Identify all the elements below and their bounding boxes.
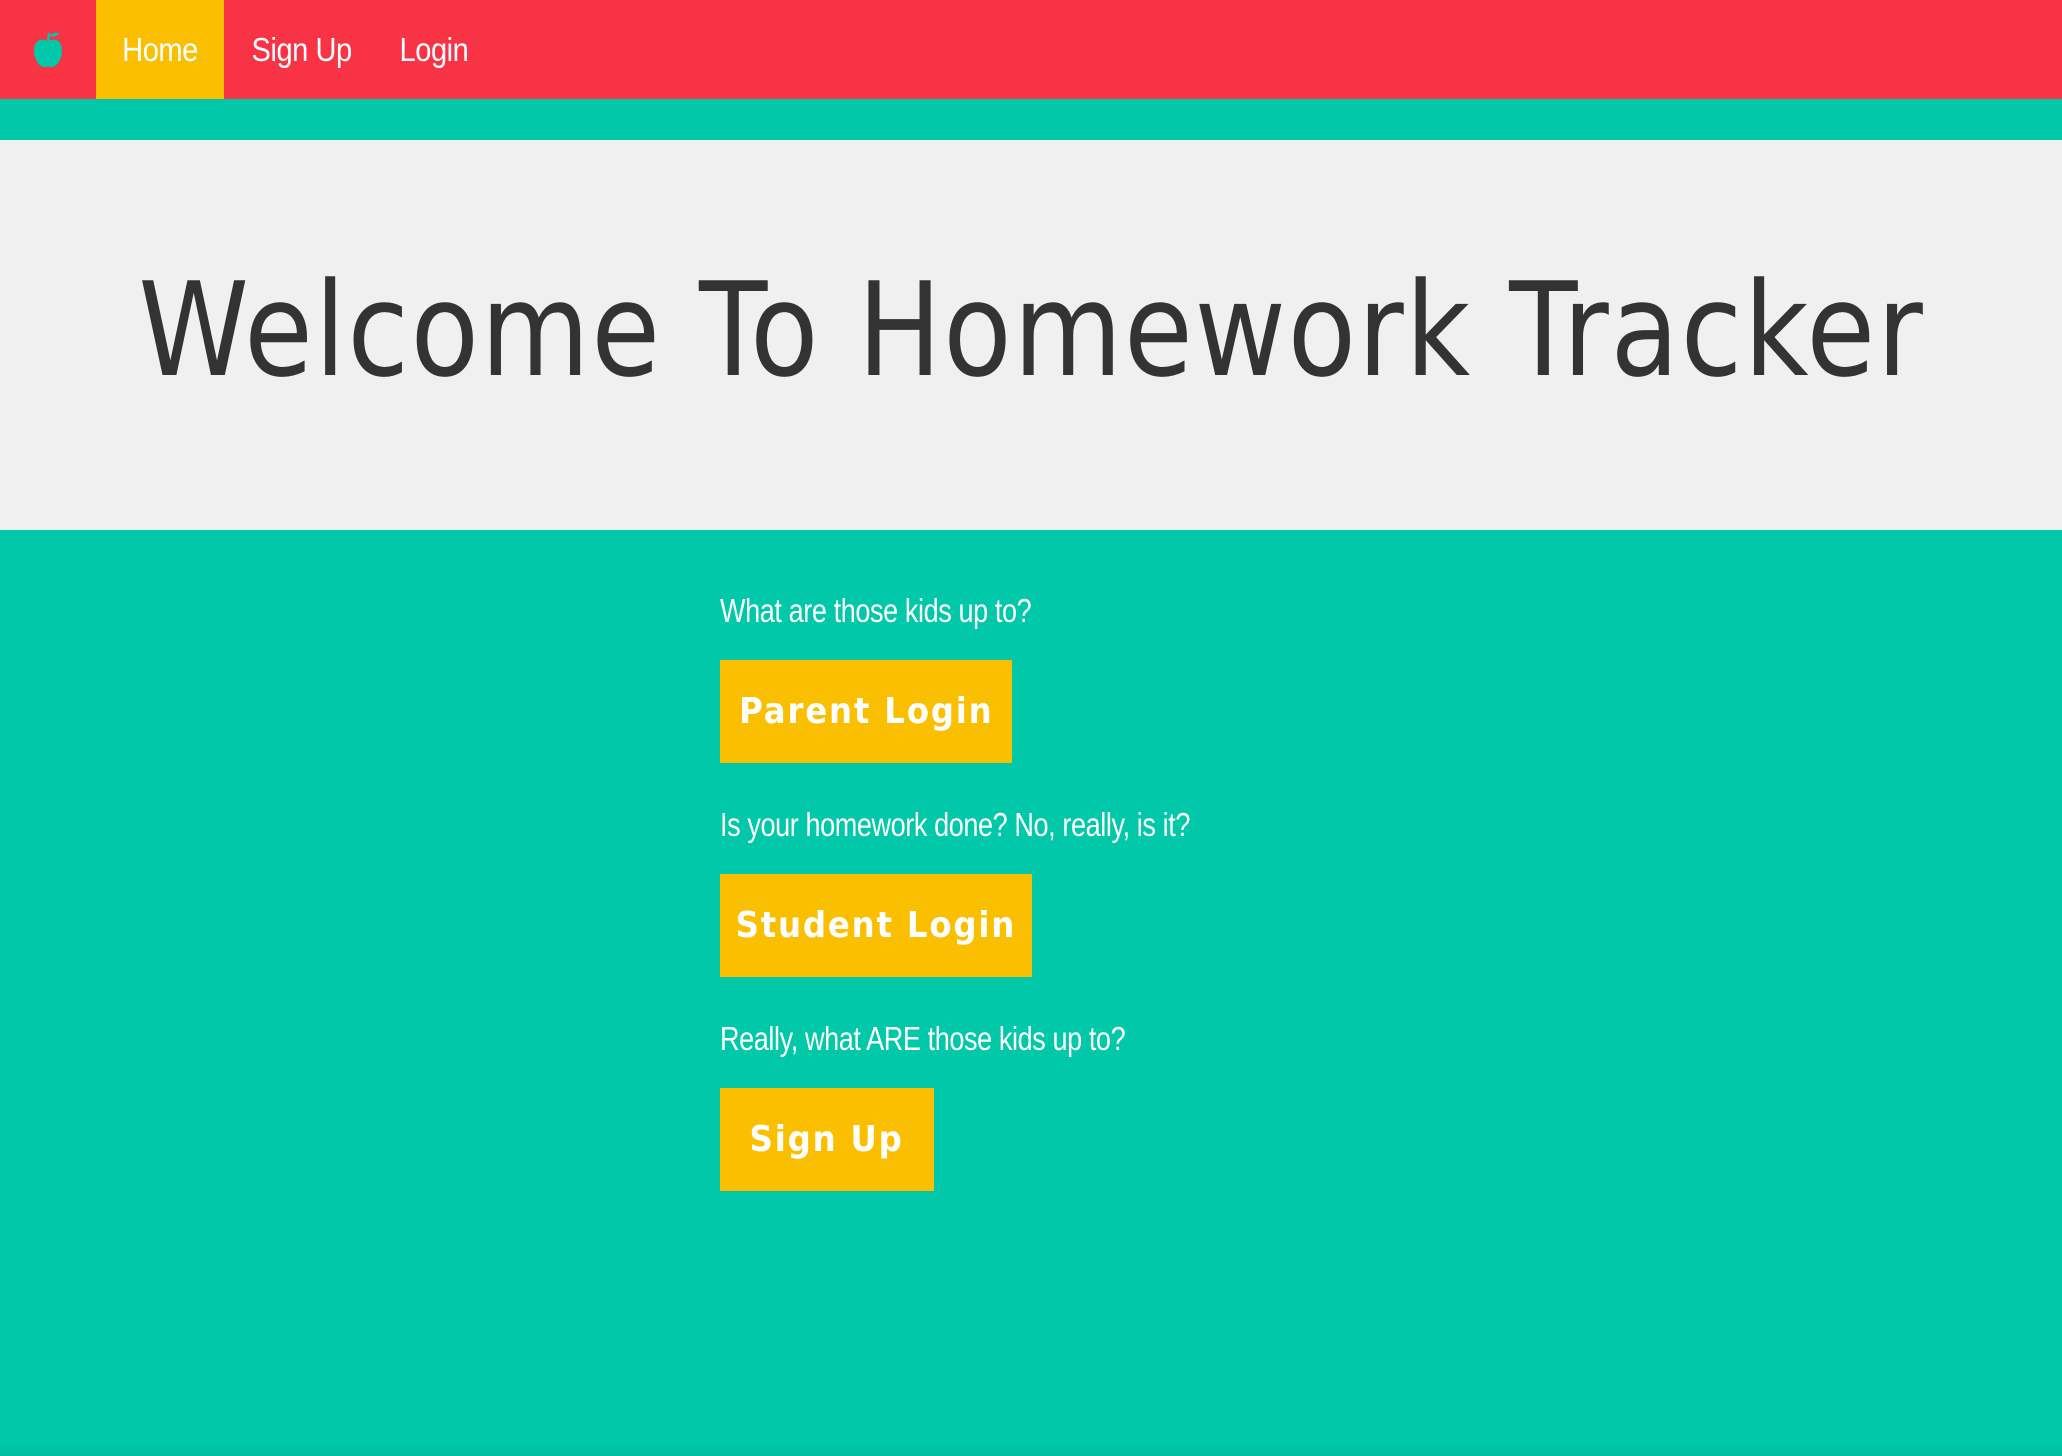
apple-icon: [34, 32, 62, 67]
signup-prompt: Really, what ARE those kids up to?: [720, 1020, 1126, 1057]
nav-home-label: Home: [122, 30, 198, 68]
page-title: Welcome To Homework Tracker: [137, 254, 1925, 406]
student-login-label: Student Login: [735, 905, 1017, 946]
brand-logo[interactable]: [0, 0, 96, 99]
student-prompt: Is your homework done? No, really, is it…: [720, 806, 1190, 843]
parent-login-label: Parent Login: [738, 691, 994, 732]
top-navbar: Home Sign Up Login: [0, 0, 2062, 99]
nav-login[interactable]: Login: [374, 0, 494, 99]
sign-up-button[interactable]: Sign Up: [720, 1088, 934, 1191]
navbar-spacer: [0, 99, 2062, 140]
parent-prompt: What are those kids up to?: [720, 592, 1032, 629]
nav-sign-up[interactable]: Sign Up: [226, 0, 377, 99]
nav-home[interactable]: Home: [96, 0, 224, 99]
student-login-button[interactable]: Student Login: [720, 874, 1032, 977]
hero-banner: Welcome To Homework Tracker: [0, 140, 2062, 530]
page-bottom-shadow: [0, 1444, 2062, 1456]
parent-login-button[interactable]: Parent Login: [720, 660, 1012, 763]
nav-login-label: Login: [399, 30, 469, 68]
sign-up-label: Sign Up: [749, 1119, 905, 1160]
nav-sign-up-label: Sign Up: [251, 30, 353, 68]
